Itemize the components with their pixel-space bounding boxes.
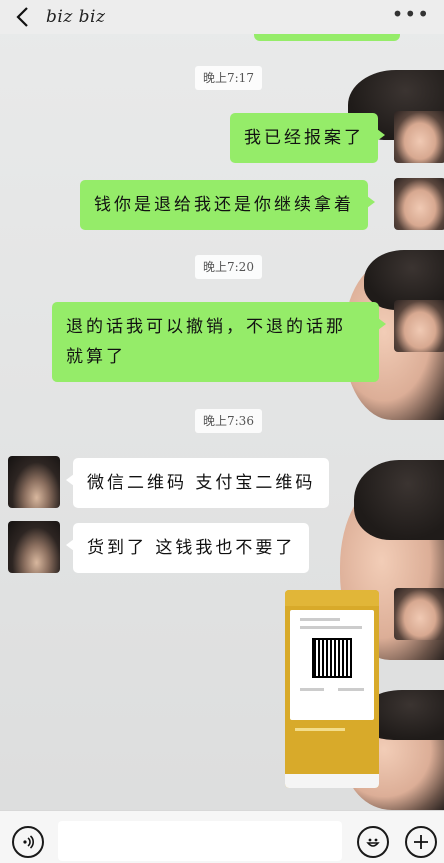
emoji-icon[interactable] <box>357 826 389 858</box>
contact-avatar[interactable] <box>8 456 60 508</box>
image-message[interactable] <box>285 590 379 788</box>
message-bubble-incoming[interactable]: 货到了 这钱我也不要了 <box>65 523 310 573</box>
more-dots-icon[interactable]: ••• <box>392 2 430 26</box>
my-avatar[interactable] <box>394 588 444 640</box>
previous-message-bubble <box>254 34 400 41</box>
message-bubble-incoming[interactable]: 微信二维码 支付宝二维码 <box>65 458 330 508</box>
timestamp: 晚上7:36 <box>195 409 262 433</box>
plus-icon[interactable] <box>405 826 437 858</box>
chevron-left-icon[interactable] <box>10 5 34 29</box>
input-bar <box>0 810 444 863</box>
timestamp: 晚上7:17 <box>195 66 262 90</box>
timestamp: 晚上7:20 <box>195 255 262 279</box>
message-bubble-outgoing[interactable]: 我已经报案了 <box>230 113 385 163</box>
contact-avatar[interactable] <box>8 521 60 573</box>
voice-icon[interactable] <box>12 826 44 858</box>
chat-title: biz biz <box>46 7 106 27</box>
my-avatar[interactable] <box>394 111 444 163</box>
message-bubble-outgoing[interactable]: 钱你是退给我还是你继续拿着 <box>80 180 375 230</box>
my-avatar[interactable] <box>394 178 444 230</box>
my-avatar[interactable] <box>394 300 444 352</box>
message-bubble-outgoing[interactable]: 退的话我可以撤销，不退的话那就算了 <box>52 302 386 382</box>
qr-code-screenshot-icon <box>290 610 374 720</box>
message-input[interactable] <box>58 821 342 861</box>
chat-header: biz biz ••• <box>0 0 444 34</box>
